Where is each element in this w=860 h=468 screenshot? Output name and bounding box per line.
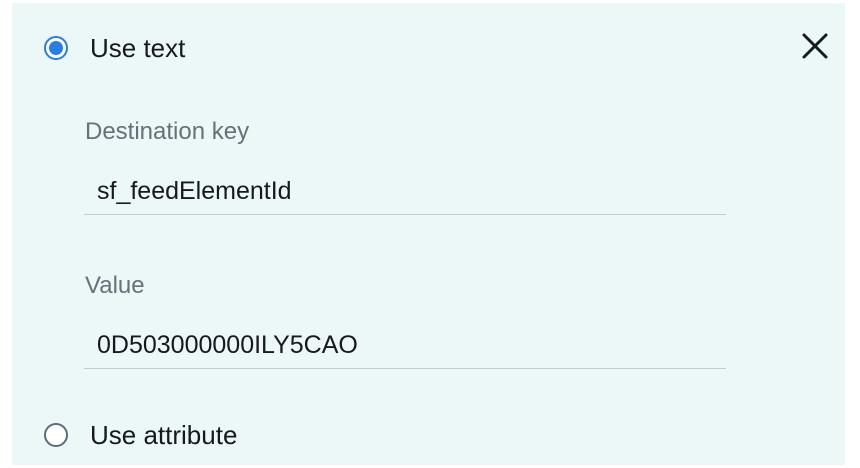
value-input[interactable] <box>84 323 726 369</box>
use-attribute-radio[interactable] <box>44 423 68 447</box>
destination-key-label: Destination key <box>85 118 250 145</box>
close-icon <box>802 33 828 59</box>
value-label: Value <box>85 272 145 299</box>
destination-key-input[interactable] <box>84 169 726 215</box>
use-text-option[interactable]: Use text <box>44 31 185 65</box>
use-text-label: Use text <box>90 33 186 63</box>
close-button[interactable] <box>800 31 830 61</box>
text-attribute-panel: Use text Destination key Value Use attri… <box>12 3 845 465</box>
use-attribute-label: Use attribute <box>90 420 238 450</box>
use-attribute-option[interactable]: Use attribute <box>44 418 237 452</box>
use-text-radio[interactable] <box>44 36 68 60</box>
